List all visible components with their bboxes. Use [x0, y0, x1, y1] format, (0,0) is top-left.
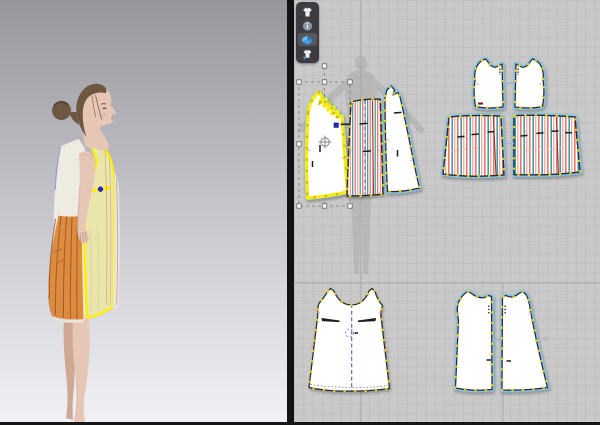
- avatar-head: [70, 84, 117, 148]
- avatar-hair-bun: [52, 101, 70, 119]
- 2d-pattern-viewport[interactable]: [294, 0, 600, 425]
- selected-point-3d[interactable]: [98, 187, 103, 192]
- 3d-viewport[interactable]: [0, 0, 287, 425]
- piece-back-bodice-left[interactable]: [474, 59, 503, 108]
- panel-divider[interactable]: [287, 0, 294, 425]
- sync-garment-button[interactable]: [298, 47, 317, 60]
- rotation-handle[interactable]: [322, 64, 326, 68]
- pattern-canvas: [294, 0, 600, 425]
- info-icon: [301, 20, 314, 32]
- selected-point-2d[interactable]: [334, 123, 338, 127]
- fabric-icon: [301, 34, 314, 46]
- piece-pleated-skirt-right[interactable]: [513, 114, 581, 178]
- tshirt-sync-icon: [301, 48, 314, 60]
- show-fabric-button[interactable]: [298, 33, 317, 46]
- piece-front-dress-panel[interactable]: [309, 289, 390, 392]
- avatar-3d: [0, 0, 287, 425]
- piece-back-dress-panel-right[interactable]: [502, 292, 548, 391]
- garment-design-workspace: [0, 0, 600, 425]
- show-3d-garment-button[interactable]: [298, 5, 317, 18]
- pattern-information-button[interactable]: [298, 19, 317, 32]
- avatar-nostril: [113, 113, 114, 114]
- piece-back-bodice-right[interactable]: [515, 59, 544, 108]
- piece-back-dress-panel-left[interactable]: [456, 292, 493, 391]
- avatar-legs: [64, 318, 90, 424]
- tshirt-icon: [301, 6, 314, 18]
- piece-pleated-skirt-left[interactable]: [442, 114, 506, 178]
- piece-front-side-panel-right[interactable]: [385, 86, 420, 192]
- avatar-blush: [102, 112, 107, 117]
- piece-center-front-pleated-panel[interactable]: [346, 98, 384, 197]
- pattern-2d-toolbar: [296, 2, 319, 63]
